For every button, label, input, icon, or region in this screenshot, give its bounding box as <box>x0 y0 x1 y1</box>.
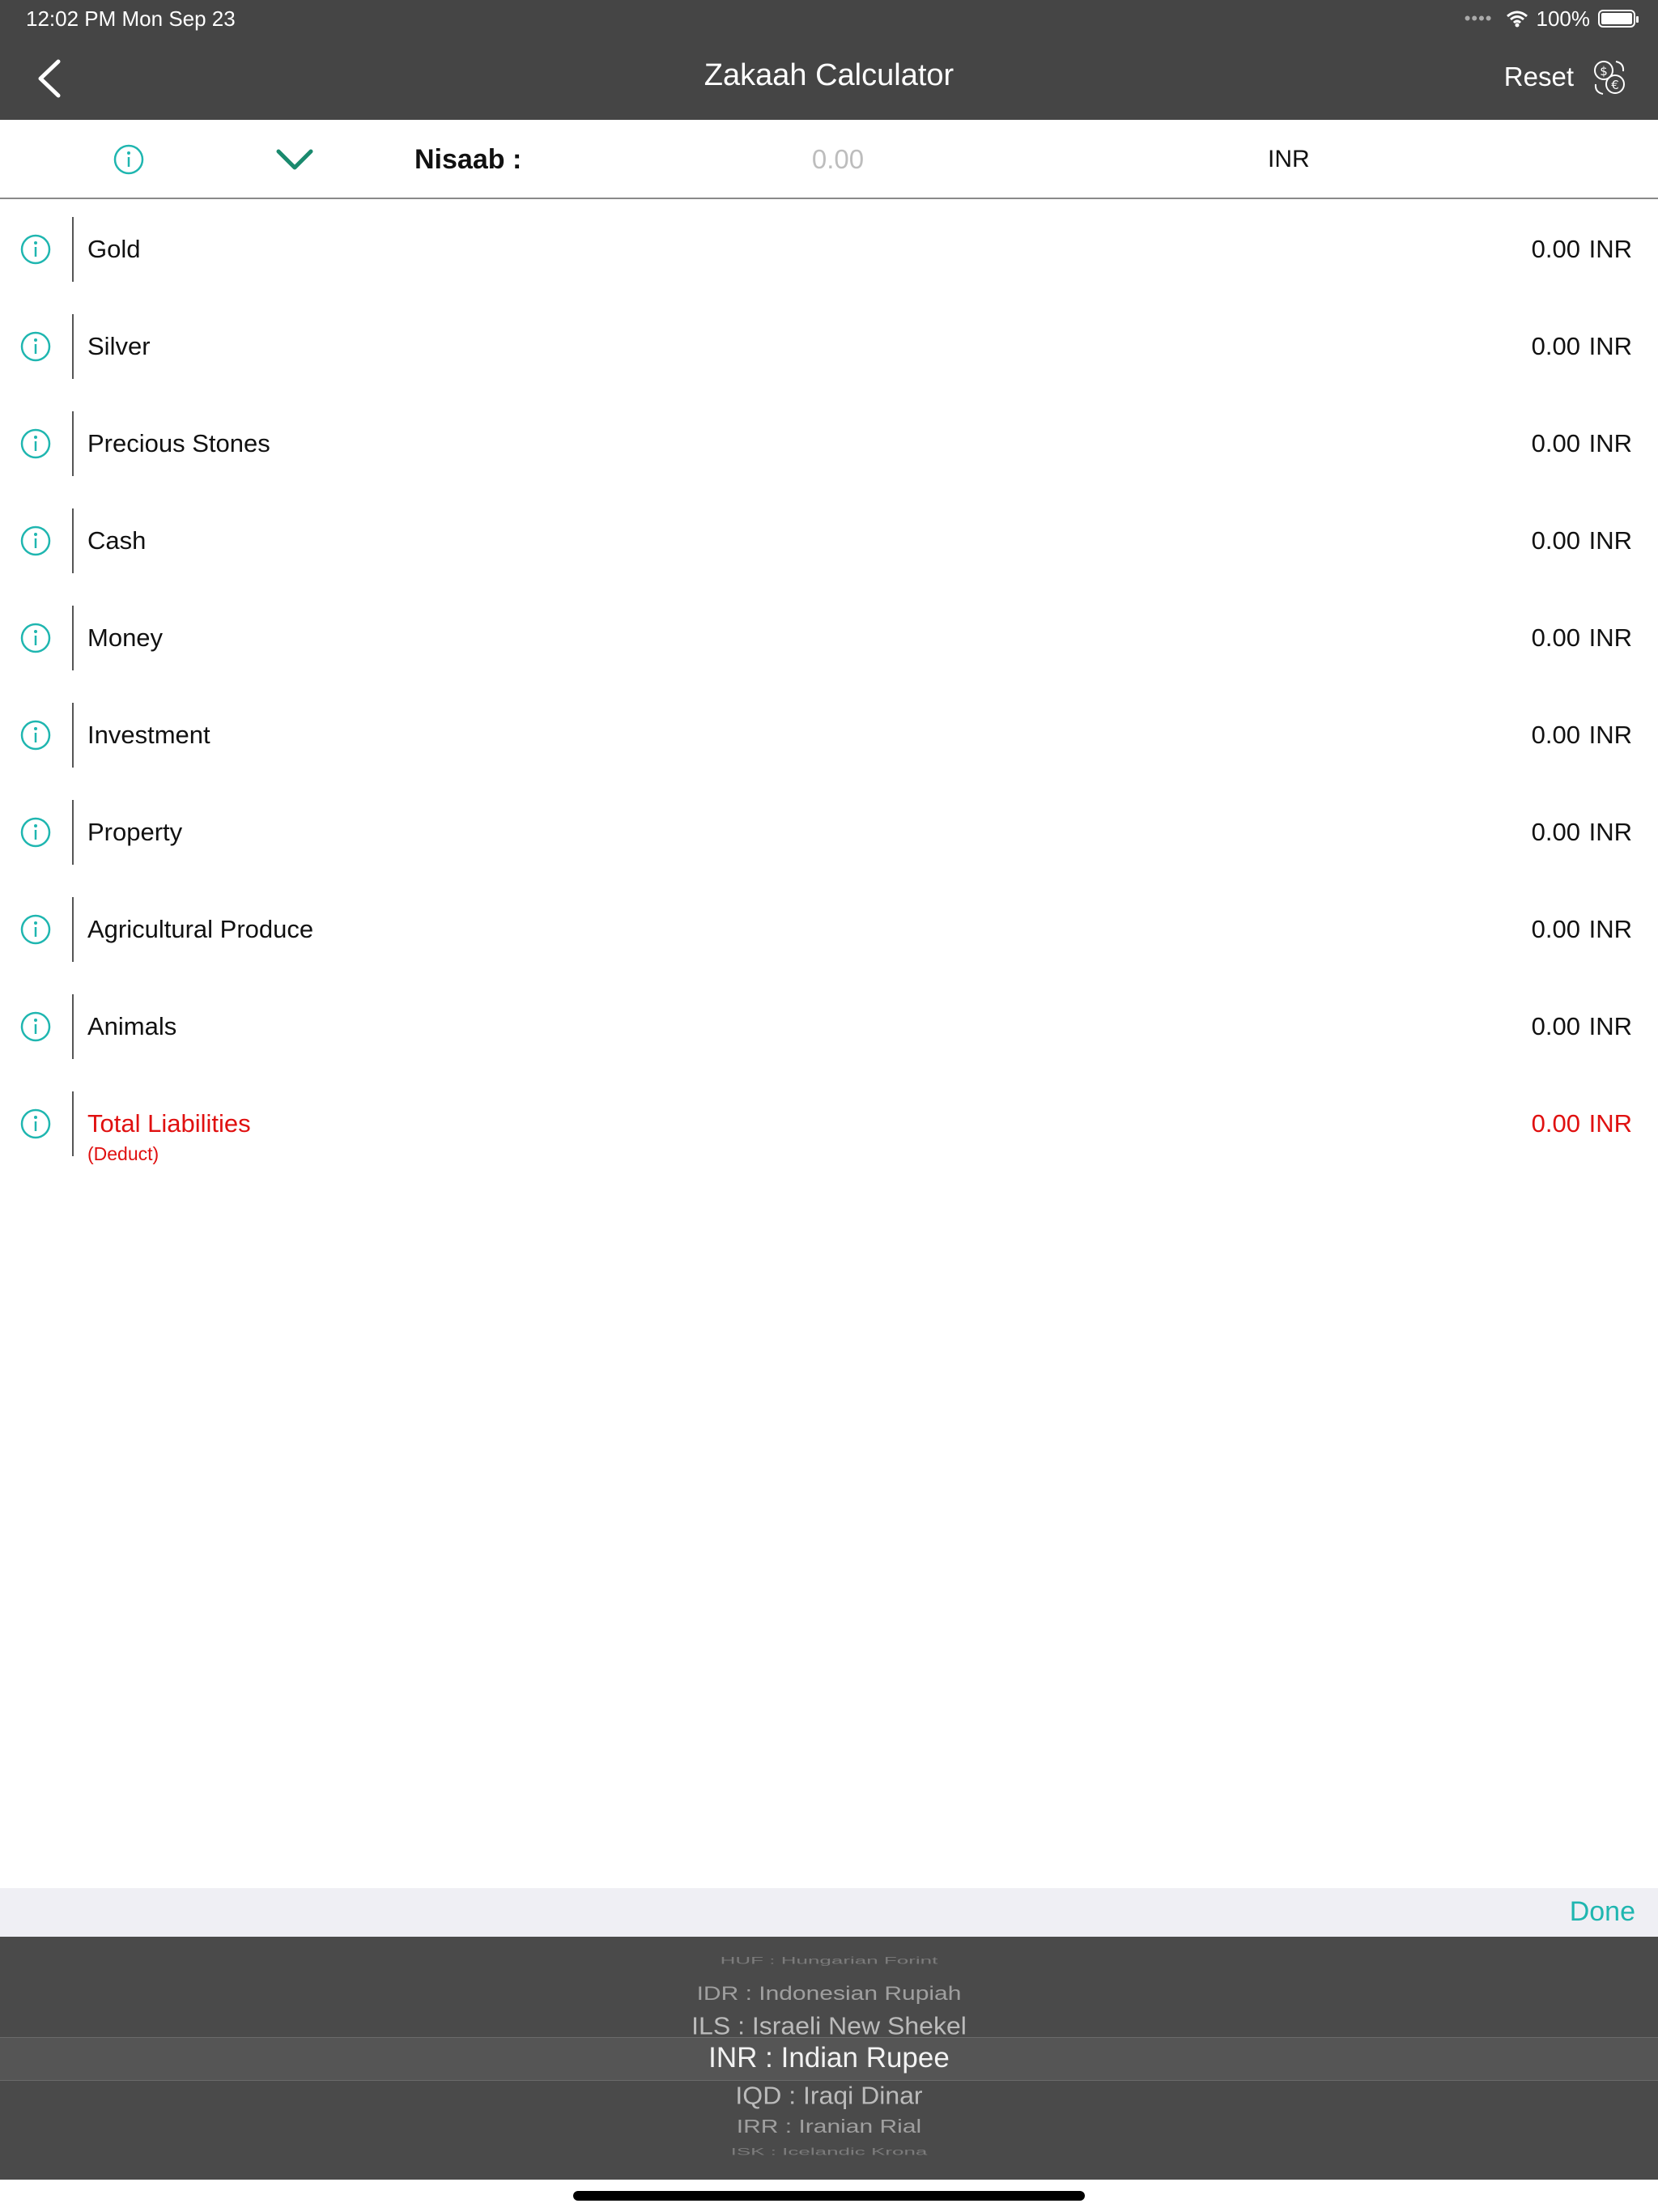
info-icon[interactable] <box>113 143 145 176</box>
nisaab-row: Nisaab : 0.00 INR <box>0 120 1658 199</box>
asset-label: Gold <box>87 235 141 263</box>
divider <box>72 314 74 379</box>
asset-label: Animals <box>87 1012 177 1040</box>
liabilities-row[interactable]: Total Liabilities (Deduct) 0.00 INR <box>0 1091 1658 1164</box>
info-icon[interactable] <box>19 428 52 460</box>
liabilities-currency: INR <box>1588 1109 1632 1138</box>
list-item[interactable]: Cash 0.00 INR <box>0 508 1658 573</box>
info-icon[interactable] <box>19 816 52 849</box>
divider <box>72 411 74 476</box>
info-icon[interactable] <box>19 913 52 946</box>
info-icon[interactable] <box>19 233 52 266</box>
asset-label: Investment <box>87 721 210 749</box>
asset-currency: INR <box>1588 721 1632 749</box>
nisaab-label: Nisaab : <box>414 144 522 175</box>
battery-icon <box>1598 10 1639 28</box>
picker-option[interactable]: IRR : Iranian Rial <box>0 2116 1658 2138</box>
status-indicators: •••• 100% <box>1464 5 1639 32</box>
asset-label: Money <box>87 623 164 652</box>
asset-currency: INR <box>1588 818 1632 846</box>
navigation-bar: 12:02 PM Mon Sep 23 •••• 100% Zakaah Cal… <box>0 0 1658 120</box>
divider <box>72 994 74 1059</box>
asset-currency: INR <box>1588 1012 1632 1040</box>
picker-option[interactable]: HUF : Hungarian Forint <box>0 1955 1658 1967</box>
picker-option-selected[interactable]: INR : Indian Rupee <box>0 2042 1658 2074</box>
asset-currency: INR <box>1588 915 1632 943</box>
asset-currency: INR <box>1588 623 1632 652</box>
asset-amount[interactable]: 0.00 <box>1532 721 1580 750</box>
reset-button[interactable]: Reset <box>1504 62 1574 92</box>
list-item[interactable]: Investment 0.00 INR <box>0 703 1658 768</box>
asset-amount[interactable]: 0.00 <box>1532 1012 1580 1041</box>
list-item[interactable]: Money 0.00 INR <box>0 606 1658 670</box>
nisaab-currency[interactable]: INR <box>1268 146 1310 173</box>
svg-text:€: € <box>1611 78 1619 92</box>
chevron-down-icon[interactable] <box>275 147 314 172</box>
svg-text:$: $ <box>1600 64 1608 79</box>
divider <box>72 703 74 768</box>
asset-amount[interactable]: 0.00 <box>1532 332 1580 361</box>
liabilities-sublabel: (Deduct) <box>87 1143 159 1164</box>
asset-currency: INR <box>1588 429 1632 457</box>
wifi-icon <box>1506 11 1528 28</box>
asset-label: Agricultural Produce <box>87 915 314 943</box>
info-icon[interactable] <box>19 622 52 654</box>
asset-label: Precious Stones <box>87 429 270 457</box>
divider <box>72 1091 74 1156</box>
nisaab-value-input[interactable]: 0.00 <box>777 144 899 175</box>
list-item[interactable]: Animals 0.00 INR <box>0 994 1658 1059</box>
divider <box>72 606 74 670</box>
asset-label: Cash <box>87 526 147 555</box>
signal-icon: •••• <box>1464 8 1493 28</box>
asset-amount[interactable]: 0.00 <box>1532 429 1580 458</box>
status-time: 12:02 PM Mon Sep 23 <box>26 6 236 31</box>
list-item[interactable]: Silver 0.00 INR <box>0 314 1658 379</box>
asset-amount[interactable]: 0.00 <box>1532 818 1580 847</box>
divider <box>72 508 74 573</box>
asset-currency: INR <box>1588 332 1632 360</box>
divider <box>72 897 74 962</box>
divider <box>72 800 74 865</box>
asset-amount[interactable]: 0.00 <box>1532 235 1580 264</box>
asset-currency: INR <box>1588 235 1632 263</box>
list-item[interactable]: Precious Stones 0.00 INR <box>0 411 1658 476</box>
asset-amount[interactable]: 0.00 <box>1532 623 1580 653</box>
info-icon[interactable] <box>19 719 52 751</box>
picker-toolbar: Done <box>0 1888 1658 1937</box>
picker-option[interactable]: ISK : Icelandic Krona <box>0 2146 1658 2158</box>
liabilities-label: Total Liabilities <box>87 1109 251 1138</box>
list-item[interactable]: Gold 0.00 INR <box>0 217 1658 282</box>
info-icon[interactable] <box>19 1108 52 1140</box>
asset-amount[interactable]: 0.00 <box>1532 526 1580 555</box>
home-indicator <box>573 2191 1085 2201</box>
page-title: Zakaah Calculator <box>704 58 954 92</box>
picker-option[interactable]: IDR : Indonesian Rupiah <box>0 1983 1658 2005</box>
asset-label: Property <box>87 818 183 846</box>
currency-picker[interactable]: HUF : Hungarian Forint IDR : Indonesian … <box>0 1937 1658 2180</box>
info-icon[interactable] <box>19 525 52 557</box>
picker-option[interactable]: ILS : Israeli New Shekel <box>0 2012 1658 2040</box>
info-icon[interactable] <box>19 1010 52 1043</box>
done-button[interactable]: Done <box>1570 1896 1635 1928</box>
currency-exchange-icon[interactable]: $ € <box>1590 58 1629 97</box>
battery-percent: 100% <box>1536 6 1591 31</box>
asset-label: Silver <box>87 332 151 360</box>
divider <box>72 217 74 282</box>
liabilities-amount[interactable]: 0.00 <box>1532 1109 1580 1138</box>
asset-amount[interactable]: 0.00 <box>1532 915 1580 944</box>
list-item[interactable]: Agricultural Produce 0.00 INR <box>0 897 1658 962</box>
info-icon[interactable] <box>19 330 52 363</box>
picker-option[interactable]: IQD : Iraqi Dinar <box>0 2082 1658 2110</box>
asset-currency: INR <box>1588 526 1632 555</box>
list-item[interactable]: Property 0.00 INR <box>0 800 1658 865</box>
